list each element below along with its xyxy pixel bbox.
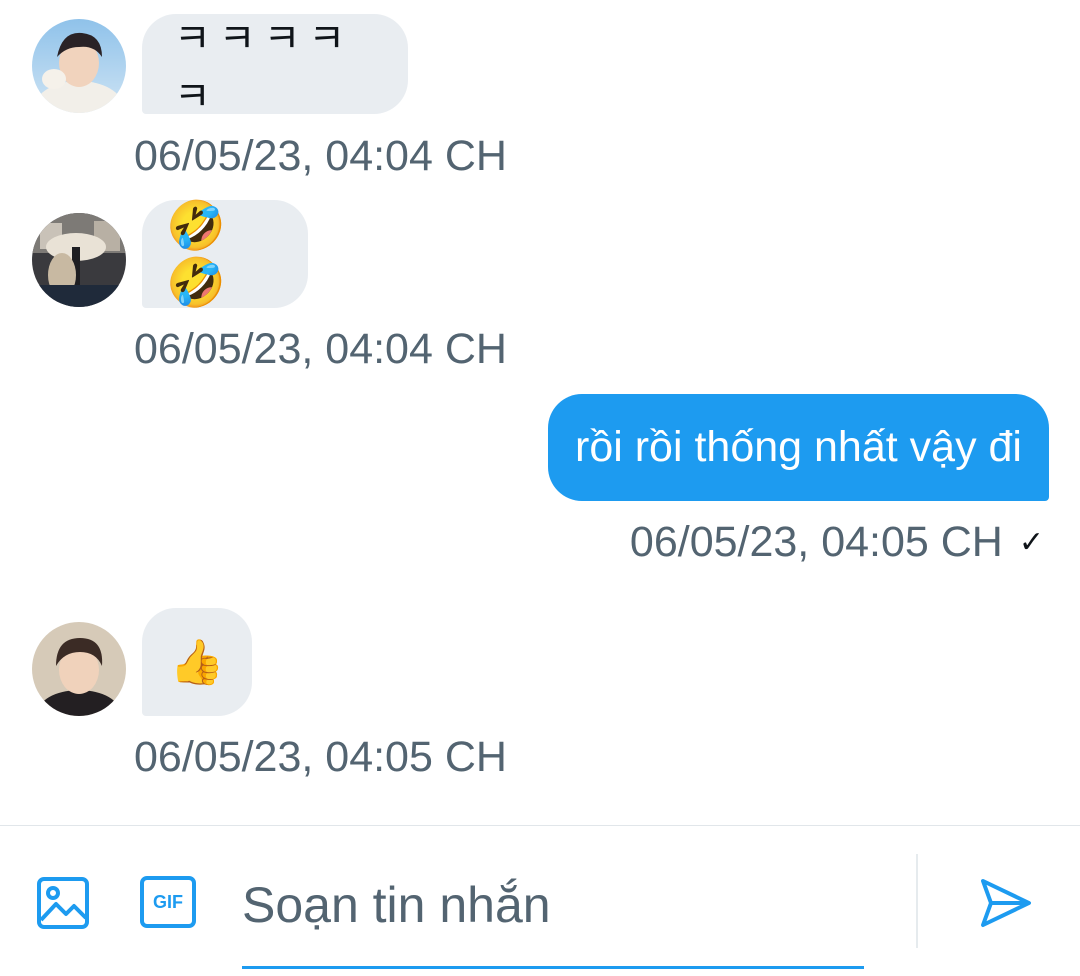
add-gif-button[interactable]: GIF — [138, 874, 198, 930]
message-bubble-outgoing[interactable]: rồi rồi thống nhất vậy đi — [548, 394, 1049, 501]
message-composer: GIF — [0, 825, 1080, 976]
message-text: ㅋㅋㅋㅋㅋ — [174, 16, 354, 120]
gif-label: GIF — [153, 891, 183, 912]
message-bubble-incoming[interactable]: ㅋㅋㅋㅋㅋ — [142, 14, 408, 120]
message-bubble-incoming[interactable]: 🤣🤣 — [142, 198, 308, 311]
message-timestamp: 06/05/23, 04:04 CH — [134, 325, 507, 373]
sent-check-icon: ✓ — [1018, 525, 1044, 559]
timestamp-text: 06/05/23, 04:05 CH — [629, 518, 1003, 566]
dm-conversation: ㅋㅋㅋㅋㅋ 06/05/23, 04:04 CH 🤣🤣 06/05/23, 04… — [0, 0, 1080, 976]
composer-divider — [916, 854, 918, 948]
image-icon — [37, 877, 89, 929]
message-input[interactable] — [242, 870, 864, 940]
message-bubble-incoming[interactable]: 👍 — [142, 608, 252, 716]
message-emoji: 🤣🤣 — [166, 198, 226, 311]
send-icon — [981, 879, 1031, 927]
sender-avatar[interactable] — [32, 213, 126, 307]
sender-avatar[interactable] — [32, 622, 126, 716]
message-timestamp: 06/05/23, 04:05 CH ✓ — [630, 521, 1044, 564]
add-image-button[interactable] — [34, 874, 92, 932]
message-text: rồi rồi thống nhất vậy đi — [575, 423, 1022, 471]
message-timestamp: 06/05/23, 04:05 CH — [134, 733, 507, 781]
message-input-wrapper — [242, 870, 864, 969]
message-timestamp: 06/05/23, 04:04 CH — [134, 132, 507, 180]
message-emoji: 👍 — [169, 637, 225, 688]
sender-avatar[interactable] — [32, 19, 126, 113]
send-button[interactable] — [976, 874, 1036, 932]
